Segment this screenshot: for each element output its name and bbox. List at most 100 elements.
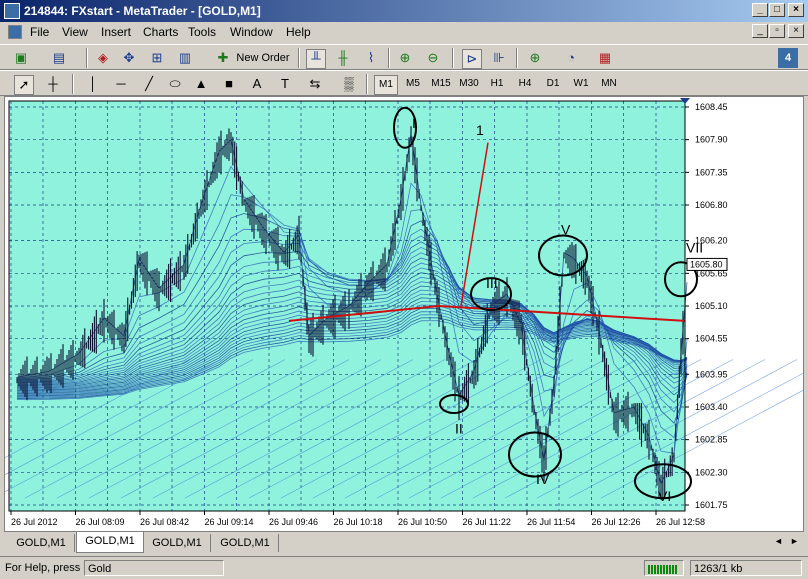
- toolbar-separator: [86, 48, 88, 68]
- cursor-icon[interactable]: ➚: [14, 75, 34, 95]
- chart-tab[interactable]: GOLD,M1: [212, 534, 279, 552]
- app-icon[interactable]: [4, 3, 20, 19]
- zoom-in-icon[interactable]: ⊕: [396, 49, 414, 67]
- templates-icon[interactable]: ▦: [596, 49, 614, 67]
- menu-file[interactable]: File: [30, 25, 49, 39]
- tab-scroll-right-icon[interactable]: ►: [790, 536, 799, 546]
- annotation-label: IV: [536, 471, 550, 487]
- chart-tab[interactable]: GOLD,M1: [144, 534, 211, 552]
- ellipse-icon[interactable]: ⬭: [166, 75, 184, 93]
- price-label: 1603.40: [695, 402, 728, 412]
- market-watch-icon[interactable]: ◈: [94, 49, 112, 67]
- grid-tool-icon[interactable]: ▒: [340, 75, 358, 93]
- notifications-badge[interactable]: 4: [778, 48, 798, 68]
- time-label: 26 Jul 2012: [11, 517, 58, 527]
- profiles-icon[interactable]: ▤: [50, 49, 68, 67]
- annotation-label: II: [455, 421, 463, 437]
- menu-window[interactable]: Window: [230, 25, 273, 39]
- timeframe-d1[interactable]: D1: [542, 75, 564, 93]
- menu-tools[interactable]: Tools: [188, 25, 216, 39]
- toolbar-separator: [516, 48, 518, 68]
- title-bar: 214844: FXstart - MetaTrader - [GOLD,M1]…: [0, 0, 808, 22]
- text-tool-icon[interactable]: A: [248, 75, 266, 93]
- tab-scroll-left-icon[interactable]: ◄: [774, 536, 783, 546]
- menu-charts[interactable]: Charts: [143, 25, 178, 39]
- new-chart-icon[interactable]: ▣: [12, 49, 30, 67]
- mdi-close-button[interactable]: ×: [788, 24, 804, 38]
- price-label: 1602.30: [695, 467, 728, 477]
- rectangle-icon[interactable]: ■: [220, 75, 238, 93]
- time-label: 26 Jul 11:22: [463, 517, 511, 527]
- line-chart-icon[interactable]: ⌇: [362, 49, 380, 67]
- triangle-icon[interactable]: ▲: [192, 75, 210, 93]
- menu-view[interactable]: View: [62, 25, 88, 39]
- timeframe-m5[interactable]: M5: [402, 75, 424, 93]
- timeframe-mn[interactable]: MN: [598, 75, 620, 93]
- chart-shift-icon[interactable]: ⊪: [490, 49, 508, 67]
- mdi-minimize-button[interactable]: _: [752, 24, 768, 38]
- crosshair-icon[interactable]: ┼: [44, 75, 62, 93]
- time-label: 26 Jul 11:54: [527, 517, 575, 527]
- timeframe-m1[interactable]: M1: [374, 75, 398, 95]
- price-label: 1603.95: [695, 369, 728, 379]
- price-chart[interactable]: IIIIIIIVVVIVII1 1608.451607.901607.35160…: [5, 97, 803, 531]
- time-label: 26 Jul 09:46: [269, 517, 318, 527]
- candlestick-chart-icon[interactable]: ╫: [334, 49, 352, 67]
- current-price-label: 1605.80: [690, 259, 723, 269]
- time-label: 26 Jul 09:14: [205, 517, 254, 527]
- close-button[interactable]: ×: [788, 3, 804, 17]
- text-label-icon[interactable]: T: [276, 75, 294, 93]
- periods-clock-icon[interactable]: ◔: [562, 49, 580, 67]
- chart-window: I II III IV V VI VII 1 1608.45 1607.90 1607.35 160…: [4, 96, 804, 532]
- price-label: 1604.55: [695, 334, 728, 344]
- navigator-icon[interactable]: ⊞: [148, 49, 166, 67]
- indicators-icon[interactable]: ⊕: [526, 49, 544, 67]
- price-label: 1606.20: [695, 236, 728, 246]
- status-help-text: For Help, press: [5, 562, 81, 574]
- timeframe-h4[interactable]: H4: [514, 75, 536, 93]
- minimize-button[interactable]: _: [752, 3, 768, 17]
- annotation-label: V: [561, 222, 571, 238]
- maximize-button[interactable]: □: [769, 3, 785, 17]
- horizontal-line-icon[interactable]: ─: [112, 75, 130, 93]
- time-label: 26 Jul 08:42: [140, 517, 189, 527]
- toolbar-separator: [452, 48, 454, 68]
- status-symbol: Gold: [84, 560, 224, 576]
- timeframe-w1[interactable]: W1: [570, 75, 592, 93]
- terminal-icon[interactable]: ▥: [176, 49, 194, 67]
- chart-tab-active[interactable]: GOLD,M1: [76, 532, 144, 553]
- window-title: 214844: FXstart - MetaTrader - [GOLD,M1]: [24, 4, 261, 18]
- chart-tab[interactable]: GOLD,M1: [8, 534, 75, 552]
- price-label: 1606.80: [695, 200, 728, 210]
- chart-tabs: GOLD,M1 GOLD,M1 GOLD,M1 GOLD,M1 ◄ ►: [4, 532, 804, 554]
- connection-status-icon[interactable]: [644, 560, 684, 576]
- new-order-button[interactable]: New Order: [234, 48, 292, 68]
- bar-chart-icon[interactable]: ╨: [306, 49, 326, 69]
- annotation-label: III: [486, 275, 498, 291]
- price-label: 1605.10: [695, 301, 728, 311]
- price-label: 1601.75: [695, 500, 728, 510]
- arrows-icon[interactable]: ⇆: [306, 75, 324, 93]
- annotation-label: 1: [476, 122, 484, 138]
- time-label: 26 Jul 08:09: [76, 517, 125, 527]
- vertical-line-icon[interactable]: │: [84, 75, 102, 93]
- toolbar-separator: [72, 74, 74, 94]
- trendline-icon[interactable]: ╱: [140, 75, 158, 93]
- menu-help[interactable]: Help: [286, 25, 311, 39]
- time-label: 26 Jul 12:58: [656, 517, 705, 527]
- data-window-icon[interactable]: ✥: [120, 49, 138, 67]
- price-label: 1608.45: [695, 102, 728, 112]
- price-label: 1607.90: [695, 135, 728, 145]
- chart-window-icon[interactable]: [8, 25, 22, 39]
- toolbar-separator: [388, 48, 390, 68]
- new-order-icon[interactable]: ✚: [214, 49, 232, 67]
- menu-insert[interactable]: Insert: [101, 25, 131, 39]
- mdi-restore-button[interactable]: ▫: [769, 24, 785, 38]
- annotation-label: I: [412, 115, 416, 131]
- timeframe-m30[interactable]: M30: [456, 75, 482, 93]
- zoom-out-icon[interactable]: ⊖: [424, 49, 442, 67]
- timeframe-h1[interactable]: H1: [486, 75, 508, 93]
- auto-scroll-icon[interactable]: ⊳: [462, 49, 482, 69]
- price-label: 1602.85: [695, 435, 728, 445]
- timeframe-m15[interactable]: M15: [428, 75, 454, 93]
